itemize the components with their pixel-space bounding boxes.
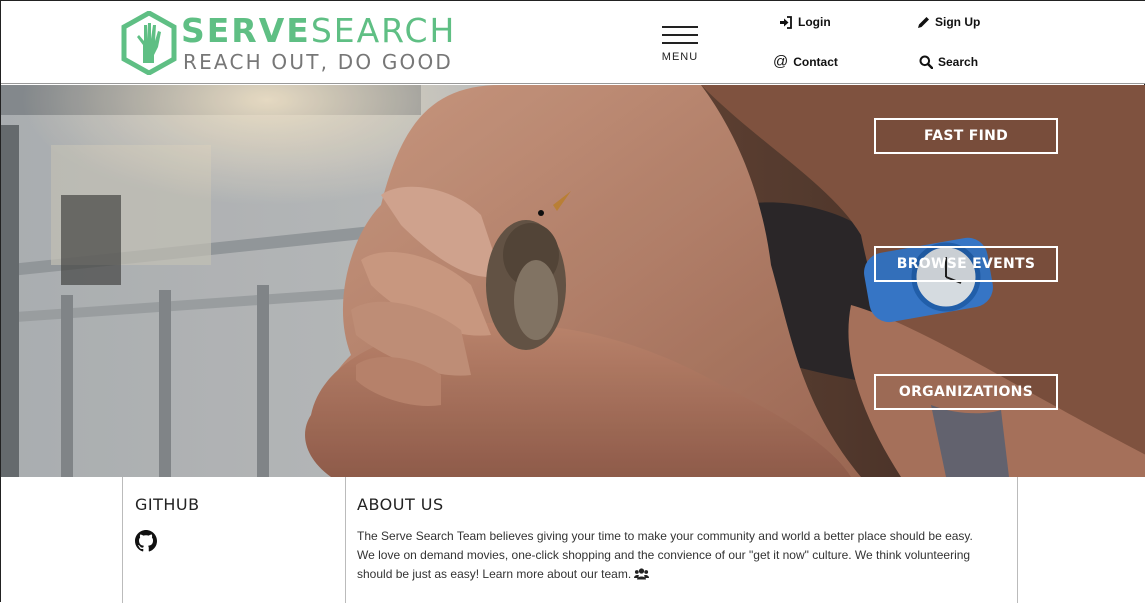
at-icon: @ bbox=[773, 53, 789, 70]
info-section: GITHUB ABOUT US The Serve Search Team be… bbox=[1, 477, 1145, 603]
github-heading: GITHUB bbox=[135, 495, 200, 514]
about-heading: ABOUT US bbox=[357, 495, 444, 514]
search-icon bbox=[919, 55, 933, 69]
raised-hand-hexagon-icon bbox=[121, 11, 177, 75]
login-label: Login bbox=[798, 15, 831, 29]
search-label: Search bbox=[938, 55, 979, 69]
hero-banner: FAST FIND BROWSE EVENTS ORGANIZATIONS bbox=[1, 85, 1145, 477]
brand-name: SERVESEARCH bbox=[181, 13, 456, 49]
brand-name-part1: SERVE bbox=[181, 11, 311, 50]
contact-link[interactable]: @ Contact bbox=[773, 53, 838, 70]
browse-events-button[interactable]: BROWSE EVENTS bbox=[874, 246, 1058, 282]
column-divider bbox=[1017, 477, 1018, 603]
menu-label: MENU bbox=[661, 51, 699, 63]
login-link[interactable]: Login bbox=[779, 15, 831, 29]
about-text: The Serve Search Team believes giving yo… bbox=[357, 527, 977, 584]
fast-find-button[interactable]: FAST FIND bbox=[874, 118, 1058, 154]
brand-name-part2: SEARCH bbox=[310, 11, 457, 50]
about-paragraph: The Serve Search Team believes giving yo… bbox=[357, 529, 973, 581]
users-icon[interactable] bbox=[634, 568, 650, 580]
menu-bar bbox=[662, 34, 698, 36]
pencil-icon bbox=[918, 16, 929, 28]
brand-tagline: REACH OUT, DO GOOD bbox=[183, 50, 454, 74]
signup-link[interactable]: Sign Up bbox=[917, 15, 980, 29]
menu-button[interactable]: MENU bbox=[660, 23, 700, 67]
signup-label: Sign Up bbox=[935, 15, 981, 29]
site-header: SERVESEARCH REACH OUT, DO GOOD MENU Logi… bbox=[1, 1, 1145, 84]
site-logo[interactable]: SERVESEARCH REACH OUT, DO GOOD bbox=[121, 11, 461, 77]
login-icon bbox=[780, 15, 792, 29]
search-link[interactable]: Search bbox=[919, 55, 978, 69]
column-divider bbox=[122, 477, 123, 603]
organizations-button[interactable]: ORGANIZATIONS bbox=[874, 374, 1058, 410]
menu-bar bbox=[662, 42, 698, 44]
github-icon[interactable] bbox=[135, 530, 157, 552]
contact-label: Contact bbox=[793, 55, 838, 69]
column-divider bbox=[345, 477, 346, 603]
menu-bar bbox=[662, 26, 698, 28]
